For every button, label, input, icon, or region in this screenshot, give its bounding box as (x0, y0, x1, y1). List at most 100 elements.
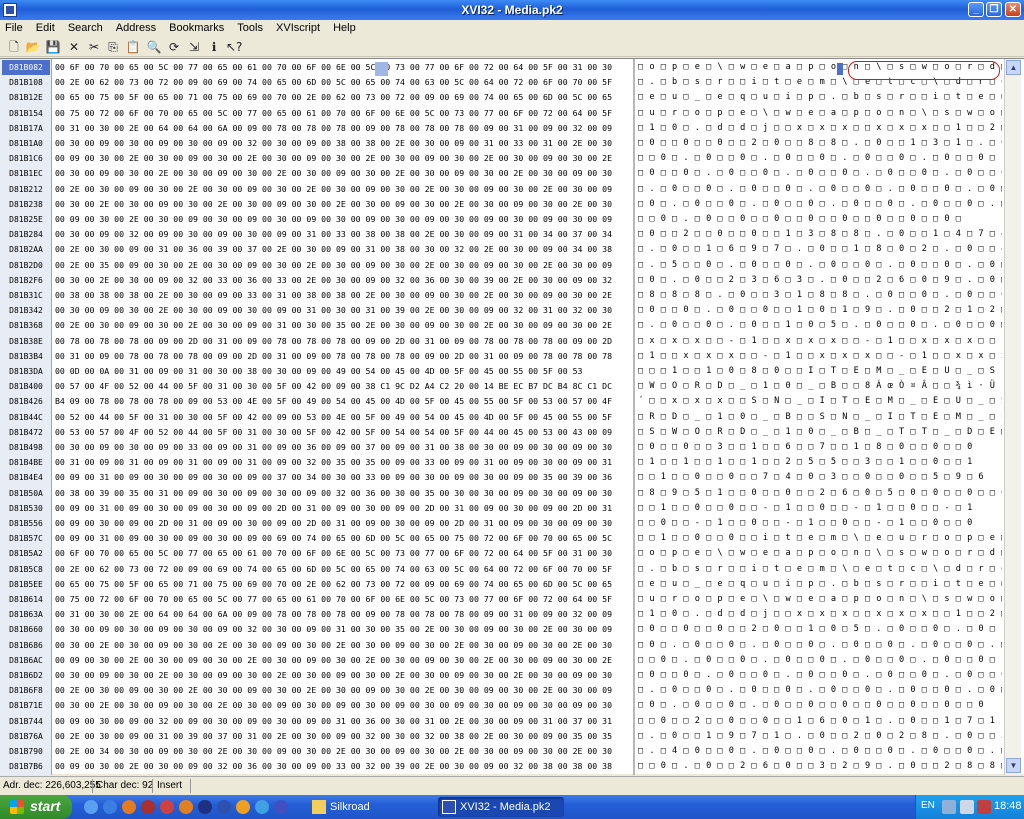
text-row[interactable]: □ □ 0 □ □ 2 □ □ 0 □ □ 0 □ □ 1 □ 6 □ 0 □ … (638, 714, 1002, 729)
text-row[interactable]: □ □ 0 □ . □ 0 □ □ 2 □ 6 □ 0 □ □ 3 □ 2 □ … (638, 759, 1002, 774)
hex-row[interactable]: 00 30 00 09 00 30 00 2E 00 30 00 09 00 3… (55, 668, 631, 683)
hex-row[interactable]: 00 30 00 2E 00 30 00 09 00 30 00 2E 00 3… (55, 698, 631, 713)
hex-row[interactable]: 00 09 00 30 00 09 00 2D 00 31 00 09 00 3… (55, 516, 631, 531)
text-row[interactable]: ´ □ □ x □ x □ x □ □ S □ N □ _ □ I □ T □ … (638, 394, 1002, 409)
hex-row[interactable]: 00 0D 00 0A 00 31 00 09 00 31 00 30 00 3… (55, 364, 631, 379)
hex-row[interactable]: 00 30 00 09 00 30 00 2E 00 30 00 09 00 3… (55, 303, 631, 318)
text-row[interactable]: □ . □ 0 □ □ 0 □ . □ 0 □ □ 1 □ 0 □ 5 □ . … (638, 318, 1002, 333)
hex-row[interactable]: 00 30 00 09 00 30 00 2E 00 30 00 09 00 3… (55, 166, 631, 181)
text-row[interactable]: □ 0 □ . □ 0 □ □ 0 □ . □ 0 □ □ 0 □ □ 0 □ … (638, 698, 1002, 713)
hex-row[interactable]: 00 09 00 31 00 09 00 30 00 09 00 30 00 0… (55, 501, 631, 516)
text-row[interactable]: □ 0 □ □ 0 □ . □ 0 □ □ 0 □ . □ 0 □ □ 0 □ … (638, 166, 1002, 181)
paste-icon[interactable]: 📋 (125, 39, 141, 55)
script-icon[interactable]: ℹ (206, 39, 222, 55)
text-row[interactable]: □ . □ 0 □ □ 1 □ 6 □ 9 □ 7 □ . □ 0 □ □ 1 … (638, 242, 1002, 257)
text-row[interactable]: □ □ 1 □ □ 0 □ □ 0 □ □ i □ t □ e □ m □ \ … (638, 531, 1002, 546)
scroll-up-icon[interactable]: ▲ (1006, 60, 1021, 75)
text-row[interactable]: □ u □ r □ o □ p □ e □ \ □ w □ e □ a □ p … (638, 592, 1002, 607)
text-row[interactable]: □ 0 □ . □ 0 □ □ 0 □ . □ 0 □ □ 0 □ . □ 0 … (638, 638, 1002, 653)
copy-icon[interactable]: ⎘ (105, 39, 121, 55)
hex-row[interactable]: 00 75 00 72 00 6F 00 70 00 65 00 5C 00 7… (55, 592, 631, 607)
hex-row[interactable]: 00 2E 00 30 00 09 00 31 00 36 00 39 00 3… (55, 242, 631, 257)
hex-row[interactable]: 00 31 00 09 00 78 00 78 00 78 00 09 00 2… (55, 349, 631, 364)
cut-icon[interactable]: ✂ (86, 39, 102, 55)
text-row[interactable]: □ u □ r □ o □ p □ e □ \ □ w □ e □ a □ p … (638, 106, 1002, 121)
quicklaunch-desktop-icon[interactable] (84, 800, 98, 814)
quicklaunch-cmd-icon[interactable] (198, 800, 212, 814)
goto-icon[interactable]: ⇲ (186, 39, 202, 55)
hex-row[interactable]: B4 09 00 78 00 78 00 78 00 09 00 53 00 4… (55, 394, 631, 409)
hex-row[interactable]: 00 30 00 09 00 32 00 09 00 30 00 09 00 3… (55, 227, 631, 242)
text-row[interactable]: □ □ 1 □ □ 0 □ □ 0 □ □ 7 □ 4 □ 0 □ 3 □ □ … (638, 470, 1002, 485)
hex-row[interactable]: 00 31 00 30 00 2E 00 64 00 64 00 6A 00 0… (55, 121, 631, 136)
text-row[interactable]: □ □ □ 1 □ □ 1 □ 0 □ 8 □ 0 □ □ I □ T □ E … (638, 364, 1002, 379)
text-row[interactable]: □ 1 □ 0 □ . □ d □ d □ j □ □ x □ x □ x □ … (638, 607, 1002, 622)
find-icon[interactable]: 🔍 (146, 39, 162, 55)
menu-search[interactable]: Search (63, 20, 108, 34)
text-row[interactable]: □ R □ D □ _ □ 1 □ 0 □ _ □ B □ □ S □ N □ … (638, 410, 1002, 425)
text-row[interactable]: □ 0 □ □ 0 □ . □ 0 □ □ 0 □ . □ 0 □ □ 0 □ … (638, 668, 1002, 683)
minimize-button[interactable]: _ (968, 2, 984, 17)
hex-row[interactable]: 00 38 00 39 00 35 00 31 00 09 00 30 00 0… (55, 486, 631, 501)
text-row[interactable]: □ e □ u □ _ □ e □ q □ u □ i □ p □ . □ b … (638, 90, 1002, 105)
hex-row[interactable]: 00 31 00 09 00 31 00 09 00 31 00 09 00 3… (55, 455, 631, 470)
save-icon[interactable]: 💾 (45, 39, 61, 55)
text-row[interactable]: □ 8 □ 9 □ 5 □ 1 □ □ 0 □ □ 0 □ □ 2 □ 6 □ … (638, 486, 1002, 501)
hex-row[interactable]: 00 09 00 30 00 2E 00 30 00 09 00 30 00 2… (55, 151, 631, 166)
hex-row[interactable]: 00 09 00 31 00 09 00 30 00 09 00 30 00 0… (55, 531, 631, 546)
text-row[interactable]: □ . □ b □ s □ r □ □ i □ t □ e □ m □ \ □ … (638, 562, 1002, 577)
text-row[interactable]: □ 1 □ 0 □ . □ d □ d □ j □ □ x □ x □ x □ … (638, 121, 1002, 136)
hex-row[interactable]: 00 6F 00 70 00 65 00 5C 00 77 00 65 00 6… (55, 546, 631, 561)
text-row[interactable]: □ 0 □ □ 2 □ □ 0 □ □ 0 □ □ 1 □ 3 □ 8 □ 8 … (638, 227, 1002, 242)
hex-row[interactable]: 00 2E 00 30 00 09 00 30 00 2E 00 30 00 0… (55, 318, 631, 333)
text-row[interactable]: □ 0 □ . □ 0 □ □ 2 □ 3 □ 6 □ 3 □ . □ 0 □ … (638, 273, 1002, 288)
about-icon[interactable]: ↖? (226, 39, 242, 55)
menu-file[interactable]: File (0, 20, 28, 34)
hex-row[interactable]: 00 30 00 09 00 30 00 09 00 30 00 09 00 3… (55, 136, 631, 151)
text-row[interactable]: □ 0 □ □ 0 □ □ 0 □ □ 2 □ 0 □ □ 1 □ 0 □ 5 … (638, 622, 1002, 637)
tray-network-icon[interactable] (942, 800, 956, 814)
hex-row[interactable]: 00 30 00 2E 00 30 00 09 00 30 00 2E 00 3… (55, 638, 631, 653)
hex-row[interactable]: 00 6F 00 70 00 65 00 5C 00 77 00 65 00 6… (55, 60, 631, 75)
hex-row[interactable]: 00 2E 00 30 00 09 00 30 00 2E 00 30 00 0… (55, 182, 631, 197)
hex-row[interactable]: 00 2E 00 30 00 09 00 30 00 2E 00 30 00 0… (55, 683, 631, 698)
menu-xviscript[interactable]: XVIscript (271, 20, 325, 34)
text-row[interactable]: □ W □ O □ R □ D □ _ □ 1 □ 0 □ _ □ B □ □ … (638, 379, 1002, 394)
text-row[interactable]: □ 1 □ □ 1 □ □ 1 □ □ 1 □ □ 2 □ 5 □ 5 □ □ … (638, 455, 1002, 470)
quicklaunch-settings-icon[interactable] (255, 800, 269, 814)
task-xvi32[interactable]: XVI32 - Media.pk2 (438, 797, 564, 817)
scroll-down-icon[interactable]: ▼ (1006, 758, 1021, 773)
hex-row[interactable]: 00 30 00 09 00 30 00 09 00 30 00 09 00 3… (55, 622, 631, 637)
text-row[interactable]: □ o □ p □ e □ \ □ w □ e □ a □ p □ o □ n … (638, 546, 1002, 561)
delete-icon[interactable]: ✕ (66, 39, 82, 55)
menu-tools[interactable]: Tools (232, 20, 268, 34)
hex-row[interactable]: 00 38 00 38 00 38 00 2E 00 30 00 09 00 3… (55, 288, 631, 303)
quicklaunch-firefox-icon[interactable] (122, 800, 136, 814)
new-icon[interactable]: 🗋 (6, 39, 22, 55)
text-row[interactable]: □ . □ 0 □ □ 0 □ . □ 0 □ □ 0 □ . □ 0 □ □ … (638, 182, 1002, 197)
hex-row[interactable]: 00 2E 00 30 00 09 00 31 00 39 00 37 00 3… (55, 729, 631, 744)
hex-row[interactable]: 00 57 00 4F 00 52 00 44 00 5F 00 31 00 3… (55, 379, 631, 394)
hex-row[interactable]: 00 2E 00 62 00 73 00 72 00 09 00 69 00 7… (55, 562, 631, 577)
hex-row[interactable]: 00 65 00 75 00 5F 00 65 00 71 00 75 00 6… (55, 90, 631, 105)
close-button[interactable]: ✕ (1005, 2, 1021, 17)
vertical-scrollbar[interactable]: ▲ ▼ (1004, 59, 1021, 775)
find-replace-icon[interactable]: ⟳ (166, 39, 182, 55)
hex-row[interactable]: 00 2E 00 34 00 30 00 09 00 30 00 2E 00 3… (55, 744, 631, 759)
task-silkroad[interactable]: Silkroad (308, 797, 426, 817)
hex-row[interactable]: 00 65 00 75 00 5F 00 65 00 71 00 75 00 6… (55, 577, 631, 592)
menu-edit[interactable]: Edit (31, 20, 60, 34)
quicklaunch-xvi-icon[interactable] (217, 800, 231, 814)
quicklaunch-util-icon[interactable] (274, 800, 288, 814)
hex-row[interactable]: 00 52 00 44 00 5F 00 31 00 30 00 5F 00 4… (55, 410, 631, 425)
text-row[interactable]: □ 0 □ □ 0 □ □ 3 □ □ 1 □ □ 6 □ □ 7 □ □ 1 … (638, 440, 1002, 455)
menu-bookmarks[interactable]: Bookmarks (164, 20, 229, 34)
maximize-button[interactable]: ❐ (986, 2, 1002, 17)
text-row[interactable]: □ 1 □ □ x □ x □ x □ □ - □ 1 □ □ x □ x □ … (638, 349, 1002, 364)
text-row[interactable]: □ S □ W □ O □ R □ D □ _ □ 1 □ 0 □ _ □ B … (638, 425, 1002, 440)
hex-row[interactable]: 00 30 00 2E 00 30 00 09 00 32 00 33 00 3… (55, 273, 631, 288)
text-row[interactable]: □ . □ 0 □ □ 0 □ . □ 0 □ □ 0 □ . □ 0 □ □ … (638, 683, 1002, 698)
hex-row[interactable]: 00 30 00 09 00 30 00 09 00 33 00 09 00 3… (55, 440, 631, 455)
hex-row[interactable]: 00 30 00 2E 00 30 00 09 00 30 00 2E 00 3… (55, 197, 631, 212)
text-row[interactable]: □ 0 □ □ 0 □ □ 0 □ □ 2 □ 0 □ □ 8 □ 8 □ . … (638, 136, 1002, 151)
